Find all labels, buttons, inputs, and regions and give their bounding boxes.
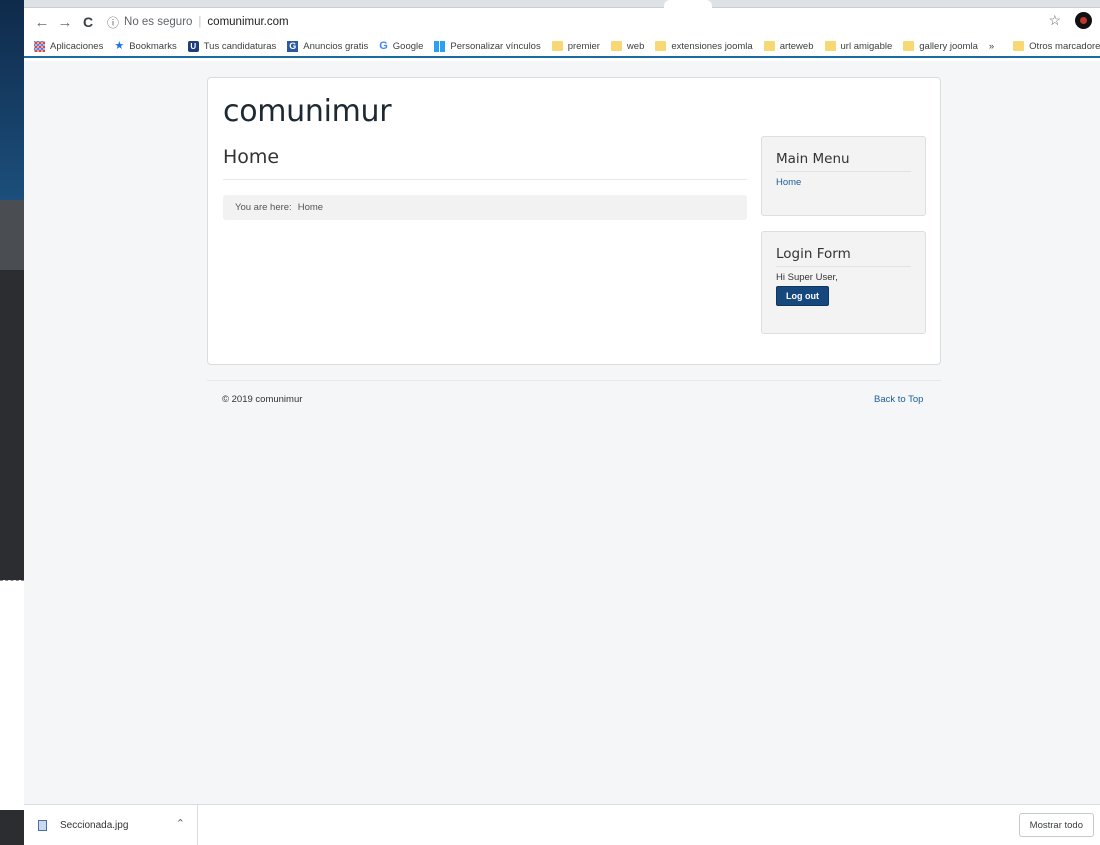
bookmark-arteweb[interactable]: arteweb <box>763 41 814 52</box>
reload-icon[interactable]: C <box>78 12 98 32</box>
footer-divider <box>207 380 941 381</box>
bookmark-anuncios-gratis[interactable]: G Anuncios gratis <box>287 40 368 52</box>
bookmark-url-amigable[interactable]: url amigable <box>824 41 892 52</box>
active-tab[interactable] <box>664 0 712 8</box>
forward-arrow-icon[interactable]: → <box>55 12 75 32</box>
download-item[interactable]: Seccionada.jpg ⌃ <box>38 805 198 845</box>
folder-icon <box>1013 41 1025 51</box>
login-form-module: Login Form Hi Super User, Log out <box>761 231 926 334</box>
bookmark-premier[interactable]: premier <box>551 41 600 52</box>
bookmark-gallery-joomla[interactable]: gallery joomla <box>903 41 978 52</box>
bookmark-bookmarks[interactable]: ★ Bookmarks <box>114 39 176 52</box>
security-label: No es seguro <box>124 16 193 28</box>
folder-icon <box>903 41 915 51</box>
heading-divider <box>223 179 747 180</box>
tab-strip <box>24 0 1100 8</box>
google-icon: G <box>379 39 388 52</box>
bookmark-other[interactable]: Otros marcadores <box>1013 41 1100 52</box>
main-menu-title: Main Menu <box>776 151 911 172</box>
bookmark-tus-candidaturas[interactable]: U Tus candidaturas <box>187 40 276 52</box>
footer-copyright: © 2019 comunimur <box>222 394 303 405</box>
site-container: comunimur Home You are here: Home Main M… <box>207 77 941 365</box>
bookmark-extensiones-joomla[interactable]: extensiones joomla <box>655 41 753 52</box>
bookmark-google[interactable]: G Google <box>379 39 423 52</box>
star-icon[interactable]: ☆ <box>1048 12 1061 29</box>
profile-avatar-icon[interactable] <box>1075 12 1092 29</box>
back-arrow-icon[interactable]: ← <box>32 12 52 32</box>
user-greeting: Hi Super User, <box>776 272 838 283</box>
info-icon[interactable]: ⓘ <box>107 14 119 31</box>
address-bar[interactable]: ⓘ No es seguro | comunimur.com <box>107 14 289 31</box>
bookmarks-overflow-button[interactable]: » <box>989 41 994 52</box>
windows-icon <box>434 40 446 52</box>
breadcrumb: You are here: Home <box>223 195 747 220</box>
folder-icon <box>551 41 563 51</box>
folder-icon <box>763 41 775 51</box>
download-shelf: Seccionada.jpg ⌃ Mostrar todo <box>24 804 1100 845</box>
breadcrumb-current: Home <box>297 202 324 213</box>
image-file-icon <box>38 819 47 831</box>
folder-icon <box>610 41 622 51</box>
address-divider: | <box>198 16 202 28</box>
bookmark-apps[interactable]: Aplicaciones <box>34 40 103 52</box>
login-form-title: Login Form <box>776 246 911 267</box>
chevron-up-icon[interactable]: ⌃ <box>176 817 185 830</box>
desktop-background <box>0 0 24 845</box>
folder-icon <box>655 41 667 51</box>
job-site-icon: U <box>187 40 199 52</box>
site-title[interactable]: comunimur <box>223 94 392 129</box>
logout-button[interactable]: Log out <box>776 286 829 306</box>
back-to-top-link[interactable]: Back to Top <box>874 394 923 405</box>
menu-item-home[interactable]: Home <box>776 177 911 188</box>
explorer-window-fragment <box>0 580 24 810</box>
folder-icon <box>824 41 836 51</box>
show-all-downloads-button[interactable]: Mostrar todo <box>1018 813 1094 837</box>
web-page: comunimur Home You are here: Home Main M… <box>24 61 1100 804</box>
apps-grid-icon <box>34 40 45 52</box>
download-file-name: Seccionada.jpg <box>60 819 129 831</box>
browser-toolbar: ← → C ⓘ No es seguro | comunimur.com ☆ <box>24 8 1100 36</box>
bookmark-web[interactable]: web <box>610 41 644 52</box>
bookmarks-bar: Aplicaciones ★ Bookmarks U Tus candidatura… <box>24 36 1100 58</box>
page-heading: Home <box>223 146 280 168</box>
url-text[interactable]: comunimur.com <box>207 16 288 28</box>
browser-window: ← → C ⓘ No es seguro | comunimur.com ☆ A… <box>24 0 1100 845</box>
main-menu-module: Main Menu Home <box>761 136 926 216</box>
breadcrumb-label: You are here: <box>235 202 292 213</box>
classifieds-icon: G <box>287 40 299 52</box>
star-icon: ★ <box>114 39 125 52</box>
bookmark-personalizar-vinculos[interactable]: Personalizar vínculos <box>434 40 541 52</box>
